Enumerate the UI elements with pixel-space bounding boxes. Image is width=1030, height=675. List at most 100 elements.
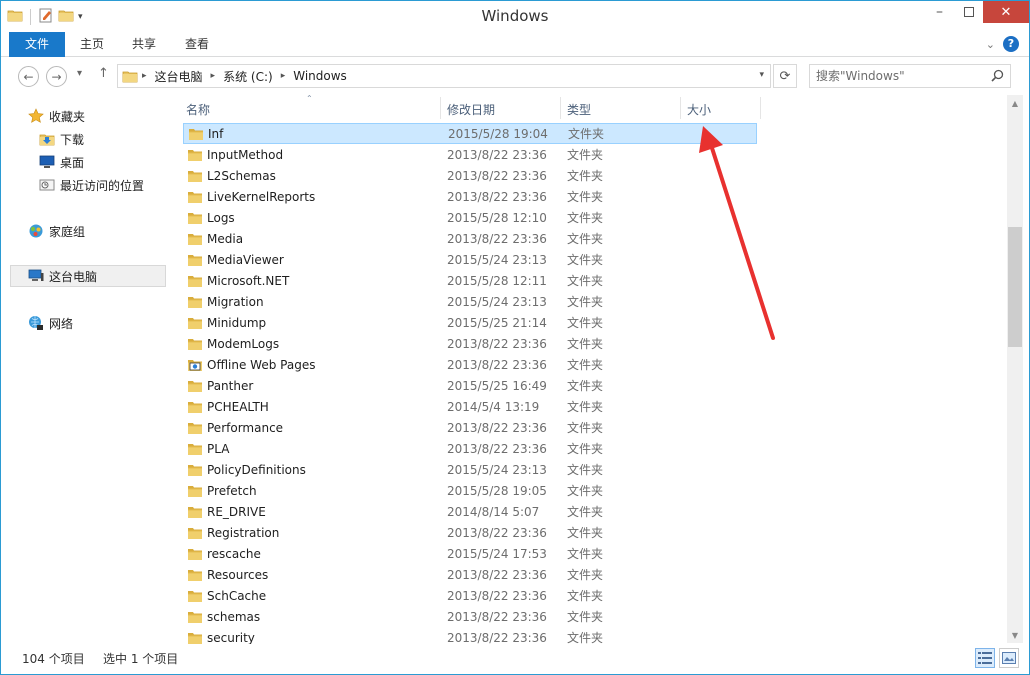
file-row[interactable]: schemas 2013/8/22 23:36 文件夹 — [183, 606, 757, 627]
file-row[interactable]: LiveKernelReports 2013/8/22 23:36 文件夹 — [183, 186, 757, 207]
file-row[interactable]: InputMethod 2013/8/22 23:36 文件夹 — [183, 144, 757, 165]
close-button[interactable]: ✕ — [983, 1, 1029, 23]
scroll-thumb[interactable] — [1008, 227, 1022, 347]
tab-file[interactable]: 文件 — [9, 32, 65, 57]
file-name-cell: Migration — [187, 295, 264, 309]
file-row[interactable]: Registration 2013/8/22 23:36 文件夹 — [183, 522, 757, 543]
file-date: 2014/8/14 5:07 — [447, 504, 540, 519]
breadcrumb-separator[interactable]: ▸ — [277, 71, 290, 81]
file-name-cell: security — [187, 631, 255, 645]
folder-icon — [187, 568, 203, 582]
file-type: 文件夹 — [567, 358, 604, 372]
file-name-cell: LiveKernelReports — [187, 190, 315, 204]
file-row[interactable]: Minidump 2015/5/25 21:14 文件夹 — [183, 312, 757, 333]
file-date: 2015/5/28 19:04 — [448, 126, 548, 141]
file-name-cell: RE_DRIVE — [187, 505, 266, 519]
column-divider[interactable] — [440, 97, 441, 119]
file-date: 2013/8/22 23:36 — [447, 609, 547, 624]
search-icon[interactable] — [991, 69, 1004, 85]
file-date: 2013/8/22 23:36 — [447, 567, 547, 582]
scroll-down-button[interactable]: ▼ — [1007, 627, 1023, 643]
breadcrumb-this-pc[interactable]: 这台电脑 — [151, 68, 207, 85]
selection-count: 选中 1 个项目 — [103, 652, 179, 666]
forward-button[interactable]: → — [46, 66, 67, 87]
file-row[interactable]: Migration 2015/5/24 23:13 文件夹 — [183, 291, 757, 312]
address-box[interactable]: ▸ 这台电脑 ▸ 系统 (C:) ▸ Windows ▾ — [117, 64, 771, 88]
sidebar-item-this-pc[interactable]: 这台电脑 — [10, 265, 166, 287]
file-row[interactable]: Media 2013/8/22 23:36 文件夹 — [183, 228, 757, 249]
column-divider[interactable] — [680, 97, 681, 119]
column-header-name[interactable]: 名称 — [186, 101, 210, 118]
file-name: Logs — [207, 210, 235, 225]
breadcrumb-system-c[interactable]: 系统 (C:) — [219, 68, 277, 85]
breadcrumb-separator[interactable]: ▸ — [207, 71, 220, 81]
folder-icon — [187, 253, 203, 267]
file-row[interactable]: Inf 2015/5/28 19:04 文件夹 — [183, 123, 757, 144]
refresh-button[interactable]: ⟳ — [773, 64, 797, 88]
file-row[interactable]: Offline Web Pages 2013/8/22 23:36 文件夹 — [183, 354, 757, 375]
star-icon — [27, 108, 45, 124]
file-row[interactable]: Resources 2013/8/22 23:36 文件夹 — [183, 564, 757, 585]
file-name: Registration — [207, 525, 280, 540]
sidebar-item-desktop[interactable]: 桌面 — [38, 151, 167, 173]
file-row[interactable]: ModemLogs 2013/8/22 23:36 文件夹 — [183, 333, 757, 354]
back-button[interactable]: ← — [18, 66, 39, 87]
file-row[interactable]: Prefetch 2015/5/28 19:05 文件夹 — [183, 480, 757, 501]
tab-view[interactable]: 查看 — [171, 32, 223, 57]
file-date: 2015/5/24 23:13 — [447, 294, 547, 309]
tab-home[interactable]: 主页 — [66, 32, 118, 57]
file-row[interactable]: MediaViewer 2015/5/24 23:13 文件夹 — [183, 249, 757, 270]
file-date: 2013/8/22 23:36 — [447, 357, 547, 372]
sidebar-item-recent[interactable]: 最近访问的位置 — [38, 174, 167, 196]
file-name: Microsoft.NET — [207, 273, 290, 288]
maximize-button[interactable] — [954, 1, 983, 23]
file-name-cell: ModemLogs — [187, 337, 279, 351]
expand-ribbon-icon[interactable]: ⌄ — [986, 38, 995, 51]
file-row[interactable]: Performance 2013/8/22 23:36 文件夹 — [183, 417, 757, 438]
breadcrumb-windows[interactable]: Windows — [289, 69, 351, 83]
file-row[interactable]: RE_DRIVE 2014/8/14 5:07 文件夹 — [183, 501, 757, 522]
column-header-size[interactable]: 大小 — [687, 101, 711, 118]
file-row[interactable]: Logs 2015/5/28 12:10 文件夹 — [183, 207, 757, 228]
address-dropdown-icon[interactable]: ▾ — [759, 70, 764, 80]
sidebar-item-favorites[interactable]: 收藏夹 — [27, 105, 167, 127]
file-name: PCHEALTH — [207, 399, 269, 414]
file-row[interactable]: Panther 2015/5/25 16:49 文件夹 — [183, 375, 757, 396]
file-row[interactable]: PolicyDefinitions 2015/5/24 23:13 文件夹 — [183, 459, 757, 480]
file-type: 文件夹 — [568, 127, 605, 141]
up-button[interactable]: ↑ — [98, 66, 109, 81]
details-view-button[interactable] — [975, 648, 995, 668]
minimize-button[interactable]: – — [925, 1, 954, 23]
sidebar-item-downloads[interactable]: 下载 — [38, 128, 167, 150]
sidebar-item-homegroup[interactable]: 家庭组 — [27, 220, 167, 242]
file-row[interactable]: PLA 2013/8/22 23:36 文件夹 — [183, 438, 757, 459]
breadcrumb-separator[interactable]: ▸ — [138, 71, 151, 81]
folder-icon — [187, 337, 203, 351]
file-name-cell: MediaViewer — [187, 253, 284, 267]
column-divider[interactable] — [760, 97, 761, 119]
column-header-date[interactable]: 修改日期 — [447, 101, 495, 118]
search-box[interactable] — [809, 64, 1011, 88]
properties-icon[interactable] — [38, 7, 54, 26]
search-input[interactable] — [816, 68, 986, 84]
customize-qat-icon[interactable]: ▾ — [78, 12, 83, 22]
tab-share[interactable]: 共享 — [118, 32, 170, 57]
file-row[interactable]: L2Schemas 2013/8/22 23:36 文件夹 — [183, 165, 757, 186]
new-folder-icon[interactable] — [58, 7, 74, 26]
file-row[interactable]: PCHEALTH 2014/5/4 13:19 文件夹 — [183, 396, 757, 417]
large-icons-view-button[interactable] — [999, 648, 1019, 668]
recent-locations-icon[interactable]: ▾ — [77, 68, 82, 79]
file-row[interactable]: rescache 2015/5/24 17:53 文件夹 — [183, 543, 757, 564]
column-header-type[interactable]: 类型 — [567, 101, 591, 118]
file-row[interactable]: SchCache 2013/8/22 23:36 文件夹 — [183, 585, 757, 606]
scroll-up-button[interactable]: ▲ — [1007, 95, 1023, 111]
file-row[interactable]: Microsoft.NET 2015/5/28 12:11 文件夹 — [183, 270, 757, 291]
column-divider[interactable] — [560, 97, 561, 119]
file-type: 文件夹 — [567, 589, 604, 603]
file-name: Resources — [207, 567, 269, 582]
help-icon[interactable]: ? — [1003, 36, 1019, 52]
file-name-cell: Registration — [187, 526, 279, 540]
vertical-scrollbar[interactable]: ▲ ▼ — [1007, 95, 1023, 643]
folder-icon — [187, 316, 203, 330]
sidebar-item-network[interactable]: 网络 — [27, 312, 167, 334]
